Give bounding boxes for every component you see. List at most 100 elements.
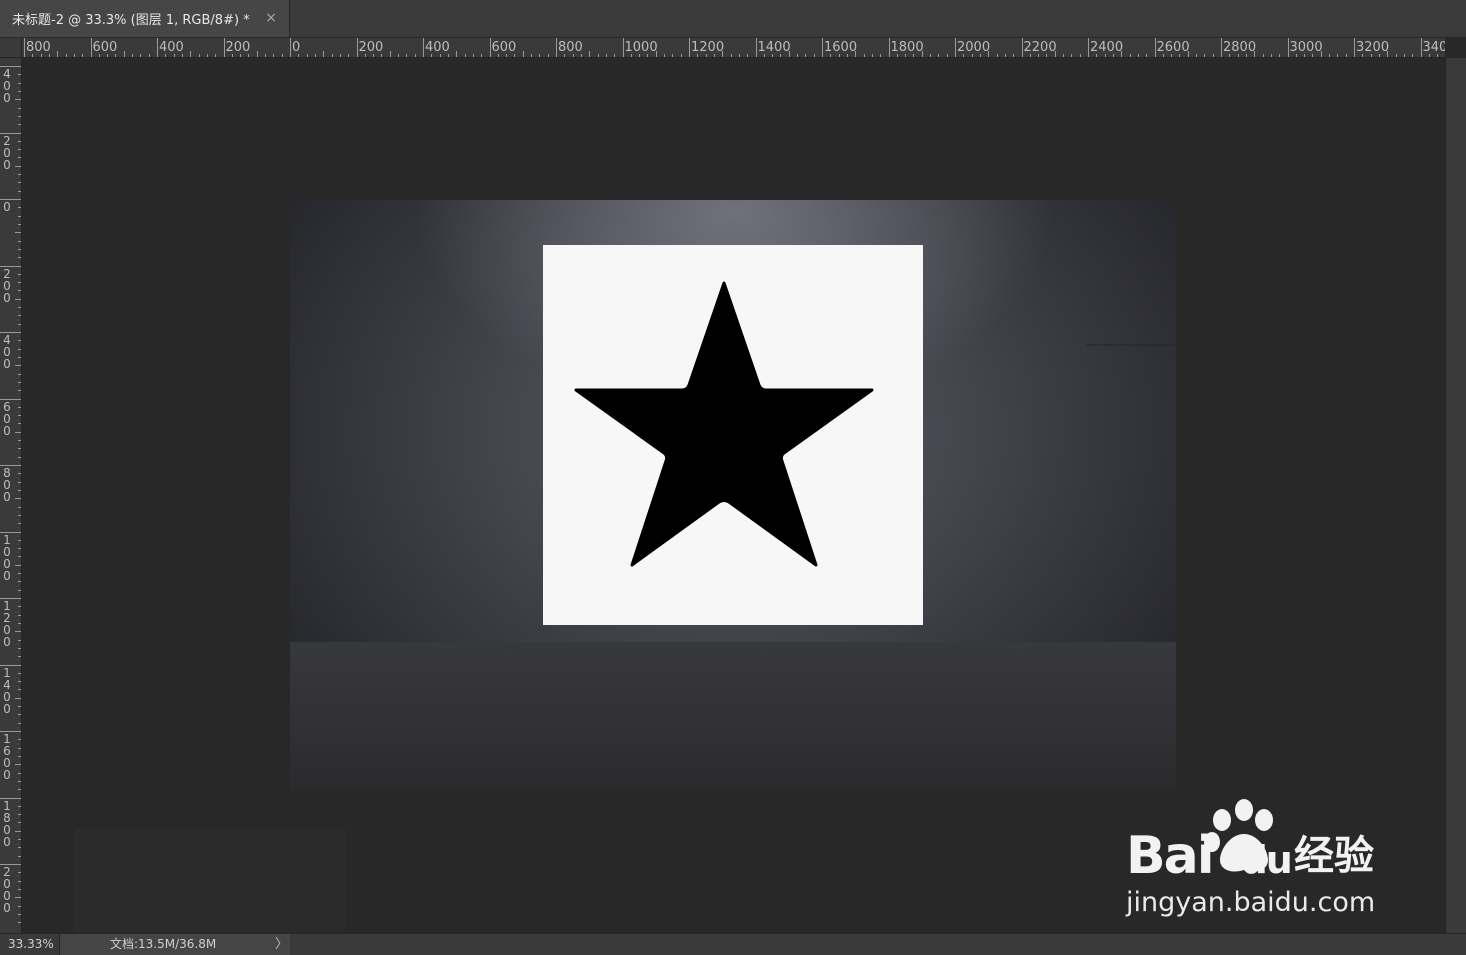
ruler-minor-tick [938, 54, 940, 57]
ruler-minor-tick [1312, 54, 1314, 57]
ruler-origin[interactable] [0, 38, 22, 58]
ruler-minor-tick [18, 82, 21, 84]
ruler-label: 3200 [1356, 40, 1390, 55]
ruler-minor-tick [123, 51, 125, 57]
ruler-major-tick [822, 38, 823, 57]
ruler-minor-tick [1212, 54, 1214, 57]
ruler-minor-tick [18, 656, 21, 658]
ruler-minor-tick [506, 54, 508, 57]
ruler-minor-tick [1279, 54, 1281, 57]
ruler-minor-tick [381, 54, 383, 57]
ruler-minor-tick [18, 689, 21, 691]
ruler-label: 600 [3, 399, 11, 438]
watermark-url: jingyan.baidu.com [1126, 887, 1376, 918]
ruler-minor-tick [1046, 54, 1048, 57]
ruler-minor-tick [18, 248, 21, 250]
chevron-right-icon[interactable]: 〉 [275, 934, 288, 955]
ruler-minor-tick [1137, 54, 1139, 57]
ruler-label: 1400 [757, 40, 791, 55]
document-tab[interactable]: 未标题-2 @ 33.3% (图层 1, RGB/8#) * × [0, 0, 290, 37]
ruler-minor-tick [722, 51, 724, 57]
ruler-minor-tick [522, 51, 524, 57]
ruler-minor-tick [18, 573, 21, 575]
ruler-minor-tick [1362, 54, 1364, 57]
ruler-minor-tick [805, 54, 807, 57]
ruler-minor-tick [18, 814, 21, 816]
ruler-minor-tick [1295, 54, 1297, 57]
ruler-minor-tick [18, 307, 21, 309]
ruler-minor-tick [348, 54, 350, 57]
ruler-minor-tick [15, 365, 21, 367]
ruler-minor-tick [514, 54, 516, 57]
ruler-minor-tick [256, 51, 258, 57]
watermark-brand-text: Bai [1126, 826, 1215, 886]
ruler-minor-tick [1112, 54, 1114, 57]
ruler-minor-tick [1345, 54, 1347, 57]
ruler-minor-tick [18, 124, 21, 126]
workspace-shadow [75, 828, 345, 933]
document-lower-area[interactable] [290, 642, 1176, 790]
ruler-minor-tick [339, 54, 341, 57]
ruler-label: 2000 [3, 865, 11, 915]
ruler-minor-tick [15, 165, 21, 167]
zoom-level[interactable]: 33.33% [0, 934, 60, 955]
ruler-major-tick [223, 38, 225, 57]
ruler-major-tick [0, 731, 21, 732]
ruler-minor-tick [15, 564, 21, 566]
horizontal-ruler[interactable]: 800 600 400 200 0 200 400 600 800 1000 1200 1400 160… [22, 38, 1445, 58]
ruler-minor-tick [298, 54, 300, 57]
ruler-major-tick [0, 66, 21, 67]
ruler-minor-tick [946, 54, 948, 57]
ruler-label: 800 [3, 466, 11, 504]
ruler-minor-tick [107, 54, 109, 57]
ruler-major-tick [0, 797, 21, 799]
vertical-scrollbar[interactable] [1445, 58, 1466, 933]
ruler-major-tick [955, 38, 956, 57]
ruler-minor-tick [18, 888, 21, 890]
ruler-minor-tick [148, 54, 150, 57]
status-bar: 33.33% 文档:13.5M/36.8M 〉 [0, 933, 1466, 955]
ruler-label: 400 [159, 40, 184, 55]
ruler-minor-tick [921, 51, 923, 57]
ruler-minor-tick [15, 99, 21, 101]
ruler-minor-tick [18, 423, 21, 425]
close-icon[interactable]: × [265, 10, 277, 26]
ruler-minor-tick [481, 54, 483, 57]
ruler-minor-tick [1063, 54, 1065, 57]
ruler-major-tick [1154, 38, 1156, 57]
ruler-minor-tick [15, 897, 21, 899]
horizontal-scrollbar[interactable] [290, 934, 1445, 955]
ruler-minor-tick [697, 54, 699, 57]
ruler-minor-tick [231, 54, 233, 57]
ruler-minor-tick [963, 54, 965, 57]
document-size-info: 文档:13.5M/36.8M [60, 934, 290, 955]
ruler-label: 1800 [890, 40, 924, 55]
ruler-minor-tick [82, 54, 84, 57]
white-layer[interactable] [543, 245, 923, 625]
ruler-minor-tick [181, 54, 183, 57]
ruler-minor-tick [18, 182, 21, 184]
ruler-minor-tick [1437, 54, 1439, 57]
ruler-minor-tick [18, 473, 21, 475]
ruler-minor-tick [40, 54, 42, 57]
ruler-minor-tick [979, 54, 981, 57]
ruler-label: 200 [358, 40, 384, 55]
ruler-minor-tick [18, 822, 21, 824]
vertical-ruler[interactable]: 400 200 0 200 400 600 800 1000 1200 1400 1600 1800 2… [0, 58, 22, 933]
star-shape[interactable] [543, 245, 923, 625]
ruler-label: 800 [26, 40, 51, 55]
ruler-minor-tick [65, 54, 67, 57]
ruler-minor-tick [18, 74, 21, 76]
ruler-minor-tick [15, 697, 21, 699]
ruler-minor-tick [98, 54, 100, 57]
ruler-minor-tick [456, 51, 458, 57]
ruler-minor-tick [18, 440, 21, 442]
ruler-major-tick [290, 38, 291, 57]
ruler-minor-tick [18, 481, 21, 483]
ruler-minor-tick [705, 54, 707, 57]
ruler-minor-tick [589, 51, 591, 57]
ruler-minor-tick [1320, 51, 1322, 57]
ruler-minor-tick [18, 872, 21, 874]
ruler-minor-tick [18, 755, 21, 757]
ruler-minor-tick [531, 54, 533, 57]
